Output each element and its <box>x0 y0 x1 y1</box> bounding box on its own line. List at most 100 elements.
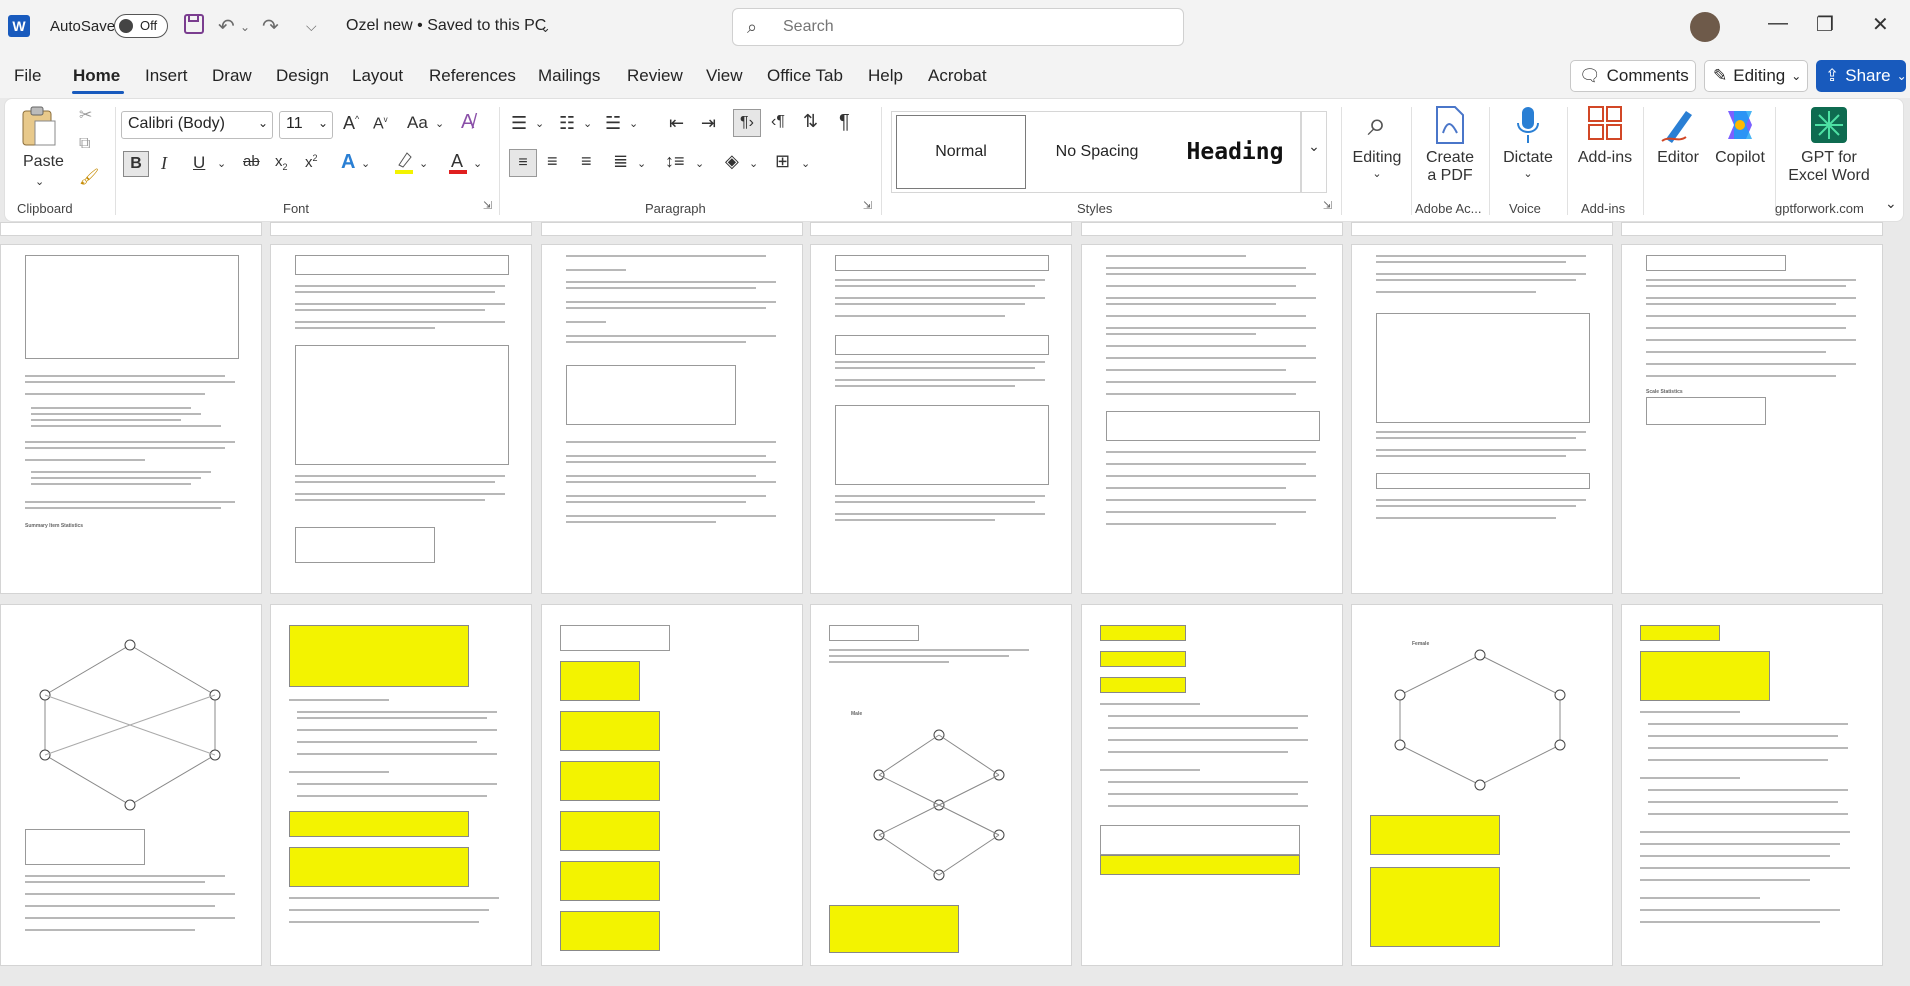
font-dialog-launcher-icon[interactable]: ⇲ <box>483 199 492 212</box>
numbering-icon[interactable]: ☷ <box>559 113 575 134</box>
close-icon[interactable]: ✕ <box>1872 12 1889 37</box>
tab-layout[interactable]: Layout <box>352 66 403 86</box>
document-page[interactable] <box>270 244 532 594</box>
tab-review[interactable]: Review <box>627 66 683 86</box>
font-name-dropdown[interactable]: Calibri (Body) ⌄ <box>121 111 273 139</box>
superscript-icon[interactable]: x2 <box>305 153 318 171</box>
font-size-dropdown[interactable]: 11 ⌄ <box>279 111 333 139</box>
document-page[interactable] <box>1351 222 1613 236</box>
document-page[interactable] <box>541 244 803 594</box>
tab-office-tab[interactable]: Office Tab <box>767 66 843 86</box>
style-no-spacing[interactable]: No Spacing <box>1032 112 1162 192</box>
create-pdf-button[interactable]: Create a PDF <box>1417 105 1483 185</box>
search-input[interactable] <box>783 16 1163 38</box>
clear-formatting-icon[interactable]: A̸ <box>461 111 474 134</box>
tab-design[interactable]: Design <box>276 66 329 86</box>
document-page[interactable] <box>1351 244 1613 594</box>
document-page[interactable] <box>1621 222 1883 236</box>
bold-icon[interactable]: B <box>123 151 149 177</box>
rtl-text-direction-icon[interactable]: ‹¶ <box>771 113 785 131</box>
editing-button[interactable]: ⌕ Editing ⌄ <box>1349 105 1405 180</box>
styles-more-button[interactable]: ⌄ <box>1301 111 1327 193</box>
customize-toolbar-icon[interactable]: ⌵ <box>306 18 317 35</box>
italic-icon[interactable]: I <box>161 153 167 174</box>
grow-font-icon[interactable]: A^ <box>343 113 359 134</box>
highlight-icon[interactable] <box>393 149 415 180</box>
decrease-indent-icon[interactable]: ⇤ <box>669 113 684 134</box>
underline-icon[interactable]: U <box>193 153 205 173</box>
document-page[interactable]: Female <box>1351 604 1613 966</box>
justify-icon[interactable]: ≣ <box>613 151 628 172</box>
chevron-down-icon[interactable]: ⌄ <box>749 157 758 170</box>
format-painter-icon[interactable]: 🖌 <box>79 167 99 187</box>
align-center-icon[interactable]: ≡ <box>547 151 558 172</box>
subscript-icon[interactable]: x2 <box>275 153 288 172</box>
tab-home[interactable]: Home <box>73 66 120 86</box>
search-box[interactable]: ⌕ <box>732 8 1184 46</box>
document-page[interactable]: Male <box>810 604 1072 966</box>
undo-icon[interactable]: ↶ <box>218 14 235 39</box>
document-page[interactable] <box>0 604 262 966</box>
tab-view[interactable]: View <box>706 66 743 86</box>
save-icon[interactable] <box>184 14 204 40</box>
autosave-toggle[interactable]: Off <box>114 14 168 38</box>
tab-acrobat[interactable]: Acrobat <box>928 66 987 86</box>
document-page[interactable] <box>1081 604 1343 966</box>
tab-references[interactable]: References <box>429 66 516 86</box>
collapse-ribbon-icon[interactable]: ⌄ <box>1885 195 1897 212</box>
document-canvas[interactable]: Summary Item Statistics Scale Statistics… <box>0 222 1910 986</box>
restore-icon[interactable]: ❐ <box>1816 12 1834 37</box>
increase-indent-icon[interactable]: ⇥ <box>701 113 716 134</box>
document-page[interactable] <box>541 604 803 966</box>
tab-insert[interactable]: Insert <box>145 66 188 86</box>
strikethrough-icon[interactable]: ab <box>243 153 260 170</box>
add-ins-button[interactable]: Add-ins <box>1573 105 1637 167</box>
document-page[interactable] <box>810 244 1072 594</box>
bullets-icon[interactable]: ☰ <box>511 113 527 134</box>
chevron-down-icon[interactable]: ⌄ <box>473 157 482 170</box>
chevron-down-icon[interactable]: ⌄ <box>629 117 638 130</box>
gpt-for-excel-word-button[interactable]: GPT for Excel Word <box>1781 105 1877 185</box>
cut-icon[interactable]: ✂ <box>79 105 92 125</box>
document-page[interactable] <box>1621 604 1883 966</box>
paste-icon[interactable] <box>19 105 59 153</box>
font-color-icon[interactable]: A <box>447 149 469 180</box>
editor-button[interactable]: Editor <box>1649 105 1707 167</box>
chevron-down-icon[interactable]: ⌄ <box>419 157 428 170</box>
share-button[interactable]: ⇪ Share ⌄ <box>1816 60 1907 92</box>
tab-mailings[interactable]: Mailings <box>538 66 600 86</box>
style-normal[interactable]: Normal <box>896 115 1026 189</box>
chevron-down-icon[interactable]: ⌄ <box>637 157 646 170</box>
align-right-icon[interactable]: ≡ <box>581 151 592 172</box>
tab-draw[interactable]: Draw <box>212 66 252 86</box>
document-page[interactable] <box>1081 222 1343 236</box>
show-formatting-marks-icon[interactable]: ¶ <box>839 111 850 134</box>
document-page[interactable] <box>810 222 1072 236</box>
paste-dropdown-icon[interactable]: ⌄ <box>35 175 44 188</box>
style-heading[interactable]: Heading <box>1168 112 1302 192</box>
line-spacing-icon[interactable]: ↕≡ <box>665 151 685 172</box>
document-page[interactable] <box>1081 244 1343 594</box>
sort-icon[interactable]: ⇅ <box>803 111 818 132</box>
document-title[interactable]: Ozel new • Saved to this PC <box>346 17 546 35</box>
editing-mode-button[interactable]: ✎ Editing ⌄ <box>1704 60 1808 92</box>
chevron-down-icon[interactable]: ⌄ <box>217 157 226 170</box>
document-page[interactable] <box>541 222 803 236</box>
redo-icon[interactable]: ↷ <box>262 14 279 39</box>
tab-help[interactable]: Help <box>868 66 903 86</box>
copilot-button[interactable]: Copilot <box>1709 105 1771 167</box>
comments-button[interactable]: 🗨 Comments <box>1570 60 1696 92</box>
ltr-text-direction-icon[interactable]: ¶› <box>733 109 761 137</box>
minimize-icon[interactable]: — <box>1768 12 1788 35</box>
chevron-down-icon[interactable]: ⌄ <box>540 20 551 36</box>
styles-dialog-launcher-icon[interactable]: ⇲ <box>1323 199 1332 212</box>
chevron-down-icon[interactable]: ⌄ <box>801 157 810 170</box>
tab-file[interactable]: File <box>14 66 41 86</box>
document-page[interactable]: Scale Statistics <box>1621 244 1883 594</box>
borders-icon[interactable]: ⊞ <box>775 151 790 172</box>
text-effects-icon[interactable]: A <box>341 151 355 174</box>
multilevel-list-icon[interactable]: ☱ <box>605 113 621 134</box>
paragraph-dialog-launcher-icon[interactable]: ⇲ <box>863 199 872 212</box>
document-page[interactable] <box>0 222 262 236</box>
avatar[interactable] <box>1690 12 1720 42</box>
